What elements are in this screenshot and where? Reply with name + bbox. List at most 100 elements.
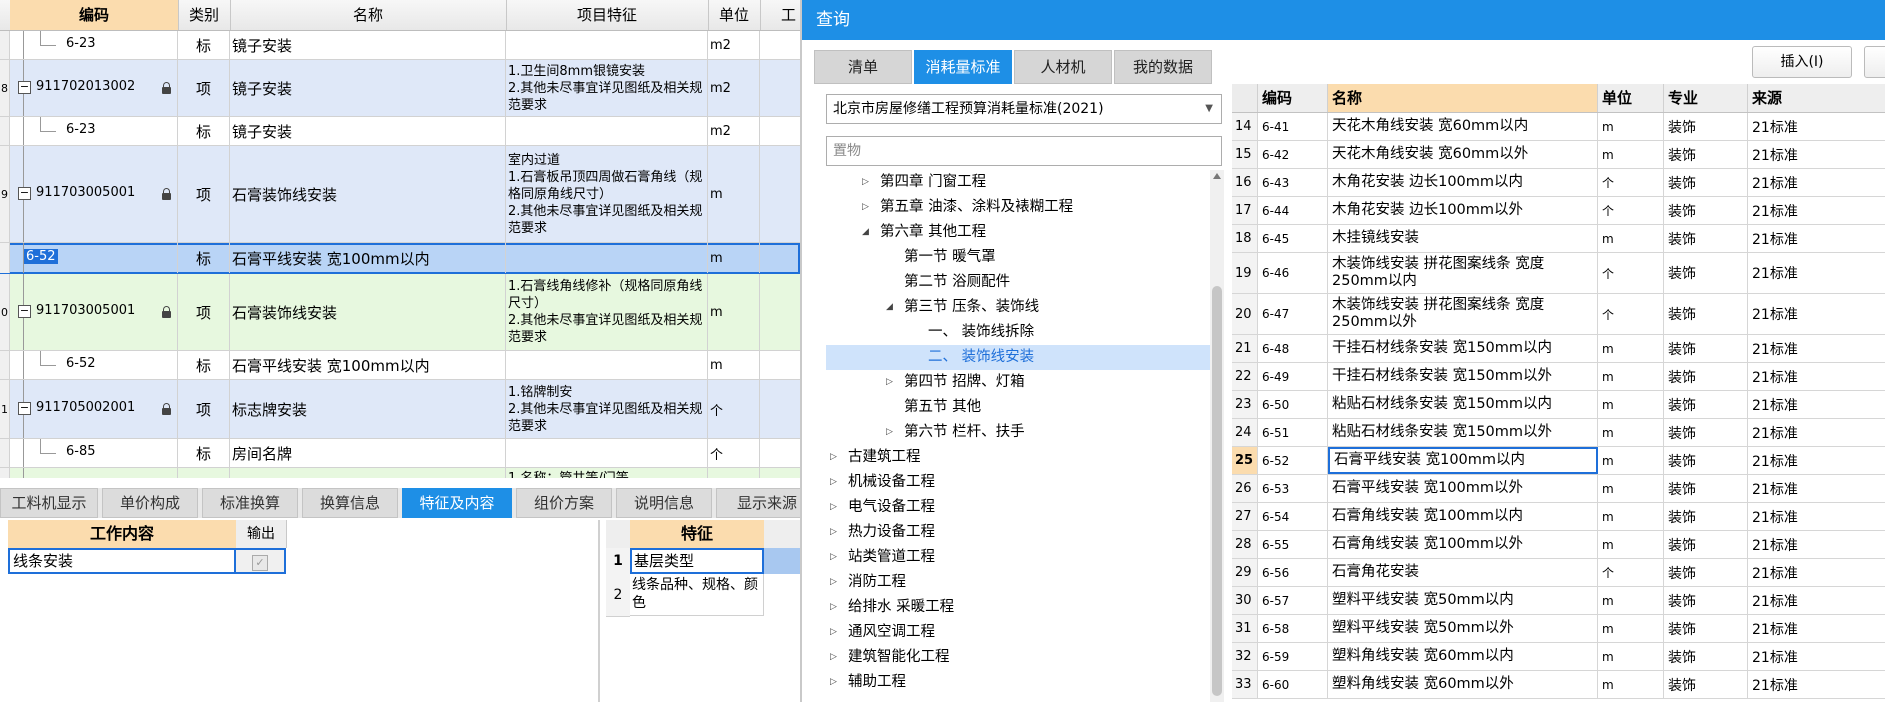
unit-cell[interactable]: m <box>708 243 760 273</box>
result-code-cell[interactable]: 6-50 <box>1258 391 1328 418</box>
result-name-cell[interactable]: 干挂石材线条安装 宽150mm以内 <box>1328 335 1598 362</box>
table-row[interactable]: 1.名称：管井等/门等 <box>0 468 800 478</box>
result-unit-cell[interactable]: m <box>1598 225 1664 252</box>
features-cell[interactable] <box>506 439 708 467</box>
results-unit-header[interactable]: 单位 <box>1598 84 1664 112</box>
result-name-cell[interactable]: 天花木角线安装 宽60mm以内 <box>1328 113 1598 140</box>
category-cell[interactable]: 标 <box>178 243 230 273</box>
result-name-cell[interactable]: 石膏角线安装 宽100mm以内 <box>1328 503 1598 530</box>
result-source-cell[interactable]: 21标准 <box>1748 225 1885 252</box>
work-content-cell[interactable]: 线条安装 <box>8 548 236 574</box>
result-code-cell[interactable]: 6-58 <box>1258 615 1328 642</box>
tree-node[interactable]: ▷ 通风空调工程 <box>826 620 1210 645</box>
result-unit-cell[interactable]: 个 <box>1598 253 1664 293</box>
result-name-cell[interactable]: 木角花安装 边长100mm以内 <box>1328 169 1598 196</box>
result-unit-cell[interactable]: m <box>1598 141 1664 168</box>
result-unit-cell[interactable]: 个 <box>1598 294 1664 334</box>
code-cell[interactable]: −911705002001 <box>10 380 178 438</box>
result-major-cell[interactable]: 装饰 <box>1664 141 1748 168</box>
result-name-cell[interactable]: 干挂石材线条安装 宽150mm以外 <box>1328 363 1598 390</box>
output-checkbox[interactable]: ✓ <box>252 555 268 571</box>
result-code-cell[interactable]: 6-46 <box>1258 253 1328 293</box>
results-name-header[interactable]: 名称 <box>1328 84 1598 112</box>
result-unit-cell[interactable]: m <box>1598 615 1664 642</box>
result-code-cell[interactable]: 6-43 <box>1258 169 1328 196</box>
result-row[interactable]: 26 6-53 石膏平线安装 宽100mm以外 m 装饰 21标准 <box>1232 475 1885 503</box>
result-unit-cell[interactable]: m <box>1598 363 1664 390</box>
result-code-cell[interactable]: 6-54 <box>1258 503 1328 530</box>
extra-cell[interactable] <box>760 243 800 273</box>
collapsed-arrow-icon[interactable]: ▷ <box>830 520 837 545</box>
name-cell[interactable]: 石膏平线安装 宽100mm以内 <box>230 351 506 379</box>
collapse-toggle-icon[interactable]: − <box>18 305 31 318</box>
result-row[interactable]: 28 6-55 石膏角线安装 宽100mm以外 m 装饰 21标准 <box>1232 531 1885 559</box>
table-row[interactable]: 6-52 标石膏平线安装 宽100mm以内 m <box>0 243 800 274</box>
result-code-cell[interactable]: 6-51 <box>1258 419 1328 446</box>
result-source-cell[interactable]: 21标准 <box>1748 587 1885 614</box>
result-name-cell[interactable]: 木挂镜线安装 <box>1328 225 1598 252</box>
tab-5[interactable]: 特征及内容 <box>402 488 512 518</box>
collapsed-arrow-icon[interactable]: ▷ <box>830 545 837 570</box>
result-name-cell[interactable]: 石膏角花安装 <box>1328 559 1598 586</box>
unit-cell[interactable]: m <box>708 146 760 242</box>
features-cell[interactable]: 1.名称：管井等/门等 <box>506 468 708 478</box>
extra-cell[interactable] <box>760 146 800 242</box>
result-name-cell[interactable]: 粘贴石材线条安装 宽150mm以内 <box>1328 391 1598 418</box>
result-major-cell[interactable]: 装饰 <box>1664 294 1748 334</box>
tree-node[interactable]: ▷ 电气设备工程 <box>826 495 1210 520</box>
more-button[interactable] <box>1864 46 1885 78</box>
code-text[interactable]: 6-52 <box>24 249 58 264</box>
features-cell[interactable]: 室内过道 1.石膏板吊顶四周做石膏角线（规格同原角线尺寸） 2.其他未尽事宜详见… <box>506 146 708 242</box>
tree-node[interactable]: 第五节 其他 <box>826 395 1210 420</box>
result-name-cell[interactable]: 粘贴石材线条安装 宽150mm以外 <box>1328 419 1598 446</box>
collapse-toggle-icon[interactable]: − <box>18 402 31 415</box>
extra-cell[interactable] <box>760 274 800 350</box>
table-row[interactable]: 9−911703005001 项石膏装饰线安装 室内过道 1.石膏板吊顶四周做石膏角… <box>0 146 800 243</box>
col-features-header[interactable]: 项目特征 <box>506 0 709 30</box>
code-cell[interactable]: −911702013002 <box>10 60 178 116</box>
collapsed-arrow-icon[interactable]: ▷ <box>830 495 837 520</box>
search-input[interactable]: 置物 <box>826 136 1222 166</box>
result-source-cell[interactable]: 21标准 <box>1748 475 1885 502</box>
tree-node[interactable]: ◢ 第六章 其他工程 <box>826 220 1210 245</box>
table-row[interactable]: 8−911702013002 项镜子安装 1.卫生间8mm银镜安装 2.其他未尽事宜… <box>0 60 800 117</box>
tree-node[interactable]: ▷ 古建筑工程 <box>826 445 1210 470</box>
category-cell[interactable]: 标 <box>178 31 230 59</box>
result-row[interactable]: 23 6-50 粘贴石材线条安装 宽150mm以内 m 装饰 21标准 <box>1232 391 1885 419</box>
results-source-header[interactable]: 来源 <box>1748 84 1885 112</box>
feature-value-cell[interactable] <box>764 548 800 574</box>
result-source-cell[interactable]: 21标准 <box>1748 447 1885 474</box>
result-name-cell[interactable]: 塑料平线安装 宽50mm以内 <box>1328 587 1598 614</box>
result-source-cell[interactable]: 21标准 <box>1748 113 1885 140</box>
name-cell[interactable]: 标志牌安装 <box>230 380 506 438</box>
code-cell[interactable] <box>10 468 178 478</box>
result-code-cell[interactable]: 6-56 <box>1258 559 1328 586</box>
tree-scrollbar[interactable] <box>1210 170 1224 702</box>
result-source-cell[interactable]: 21标准 <box>1748 559 1885 586</box>
result-major-cell[interactable]: 装饰 <box>1664 447 1748 474</box>
result-row[interactable]: 19 6-46 木装饰线安装 拼花图案线条 宽度250mm以内个装饰 21标准 <box>1232 253 1885 294</box>
tree-node[interactable]: ◢ 第三节 压条、装饰线 <box>826 295 1210 320</box>
result-source-cell[interactable]: 21标准 <box>1748 141 1885 168</box>
result-unit-cell[interactable]: 个 <box>1598 169 1664 196</box>
result-unit-cell[interactable]: 个 <box>1598 197 1664 224</box>
expanded-arrow-icon[interactable]: ◢ <box>886 295 893 320</box>
result-source-cell[interactable]: 21标准 <box>1748 294 1885 334</box>
unit-cell[interactable]: 个 <box>708 439 760 467</box>
extra-cell[interactable] <box>760 439 800 467</box>
tab-3[interactable]: 标准换算 <box>202 488 298 518</box>
extra-cell[interactable] <box>760 468 800 478</box>
result-source-cell[interactable]: 21标准 <box>1748 391 1885 418</box>
unit-cell[interactable]: m2 <box>708 31 760 59</box>
collapse-toggle-icon[interactable]: − <box>18 187 31 200</box>
result-source-cell[interactable]: 21标准 <box>1748 197 1885 224</box>
result-row[interactable]: 22 6-49 干挂石材线条安装 宽150mm以外 m 装饰 21标准 <box>1232 363 1885 391</box>
result-name-cell[interactable]: 石膏平线安装 宽100mm以外 <box>1328 475 1598 502</box>
tab-7[interactable]: 说明信息 <box>616 488 712 518</box>
collapsed-arrow-icon[interactable]: ▷ <box>830 620 837 645</box>
tree-node[interactable]: ▷ 消防工程 <box>826 570 1210 595</box>
code-cell[interactable]: −911703005001 <box>10 146 178 242</box>
result-code-cell[interactable]: 6-45 <box>1258 225 1328 252</box>
result-unit-cell[interactable]: m <box>1598 531 1664 558</box>
collapse-toggle-icon[interactable]: − <box>18 81 31 94</box>
